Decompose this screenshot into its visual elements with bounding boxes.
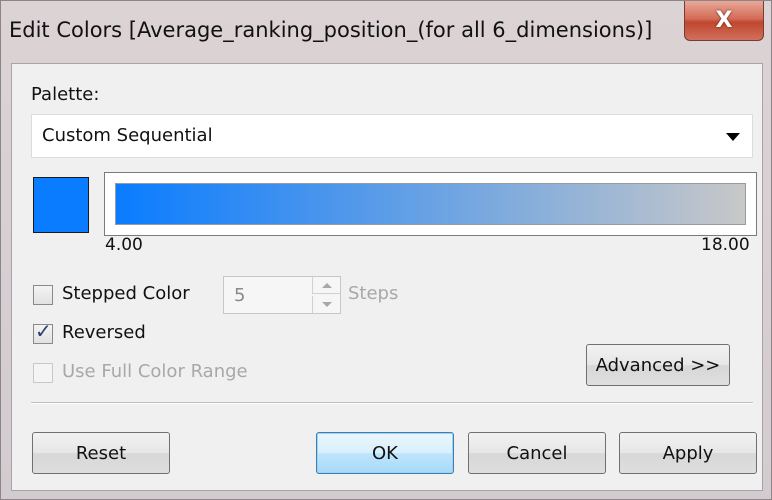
reset-button[interactable]: Reset [32, 432, 170, 474]
edit-colors-dialog: Edit Colors [Average_ranking_position_(f… [0, 0, 772, 500]
ramp-max-label: 18.00 [701, 235, 750, 255]
color-ramp[interactable] [115, 183, 746, 225]
checkmark-icon: ✓ [35, 319, 52, 343]
palette-dropdown[interactable]: Custom Sequential [31, 114, 753, 158]
ramp-min-label: 4.00 [105, 235, 143, 255]
stepped-color-checkbox[interactable] [33, 285, 53, 305]
close-icon: X [715, 7, 733, 33]
apply-button[interactable]: Apply [619, 432, 757, 474]
title-bar[interactable]: Edit Colors [Average_ranking_position_(f… [1, 1, 771, 63]
step-down-button[interactable] [312, 296, 340, 313]
steps-stepper[interactable]: 5 [223, 276, 341, 314]
palette-label: Palette: [31, 84, 100, 105]
stepped-color-label: Stepped Color [62, 283, 190, 304]
steps-label: Steps [348, 283, 399, 304]
arrow-up-icon [321, 282, 332, 288]
steps-value: 5 [234, 285, 246, 306]
ok-button[interactable]: OK [316, 432, 454, 474]
use-full-range-label: Use Full Color Range [62, 361, 248, 382]
step-up-button[interactable] [312, 277, 340, 294]
dialog-title: Edit Colors [Average_ranking_position_(f… [9, 18, 653, 42]
cancel-button[interactable]: Cancel [468, 432, 606, 474]
reversed-label: Reversed [62, 322, 146, 343]
chevron-down-icon [726, 133, 740, 141]
start-color-swatch[interactable] [33, 177, 89, 233]
dialog-body: Palette: Custom Sequential 4.00 18.00 St… [11, 63, 763, 491]
palette-selected-value: Custom Sequential [42, 125, 213, 146]
reversed-checkbox[interactable]: ✓ [33, 319, 53, 344]
close-button[interactable]: X [684, 1, 764, 41]
separator [31, 402, 753, 404]
color-ramp-frame [104, 172, 757, 236]
arrow-down-icon [321, 302, 332, 307]
use-full-range-checkbox[interactable] [33, 363, 53, 383]
advanced-button[interactable]: Advanced >> [586, 344, 730, 386]
